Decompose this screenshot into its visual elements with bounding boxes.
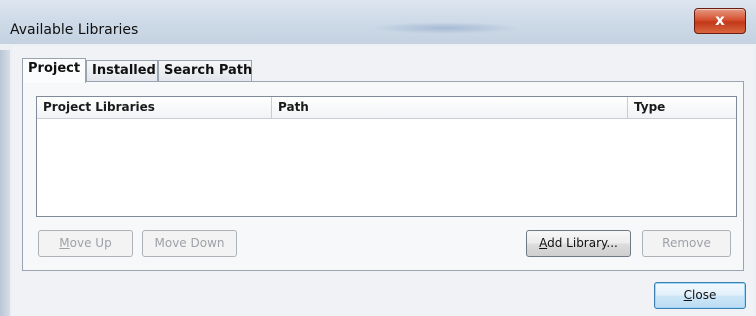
list-header: Project Libraries Path Type: [37, 97, 736, 119]
remove-label: Remove: [662, 236, 711, 250]
move-up-label: ove Up: [69, 236, 112, 250]
close-button[interactable]: Close: [654, 282, 746, 309]
project-libraries-list[interactable]: Project Libraries Path Type: [36, 96, 737, 217]
available-libraries-dialog: Available Libraries x Project Installed …: [0, 0, 756, 316]
add-library-button[interactable]: Add Library...: [526, 230, 631, 257]
column-path[interactable]: Path: [271, 97, 627, 119]
move-down-button[interactable]: Move Down: [142, 230, 237, 257]
close-label: lose: [692, 288, 717, 302]
title-bar[interactable]: Available Libraries x: [0, 0, 756, 44]
column-project-libraries[interactable]: Project Libraries: [37, 97, 271, 119]
close-window-icon[interactable]: x: [694, 8, 746, 34]
add-library-accel: A: [539, 236, 548, 250]
column-type[interactable]: Type: [627, 97, 736, 119]
close-accel: C: [683, 288, 693, 302]
add-library-label: dd Library...: [547, 236, 618, 250]
remove-button[interactable]: Remove: [642, 230, 731, 257]
dialog-title: Available Libraries: [10, 22, 139, 38]
move-down-label: Move Down: [154, 236, 225, 250]
window-frame-left: [0, 50, 10, 316]
move-up-button[interactable]: Move Up: [38, 230, 133, 257]
title-bar-glow: [370, 22, 520, 34]
tab-search-path[interactable]: Search Path: [158, 60, 252, 82]
move-up-accel: M: [59, 236, 70, 250]
tab-project[interactable]: Project: [22, 58, 86, 83]
tab-installed[interactable]: Installed: [86, 60, 158, 82]
